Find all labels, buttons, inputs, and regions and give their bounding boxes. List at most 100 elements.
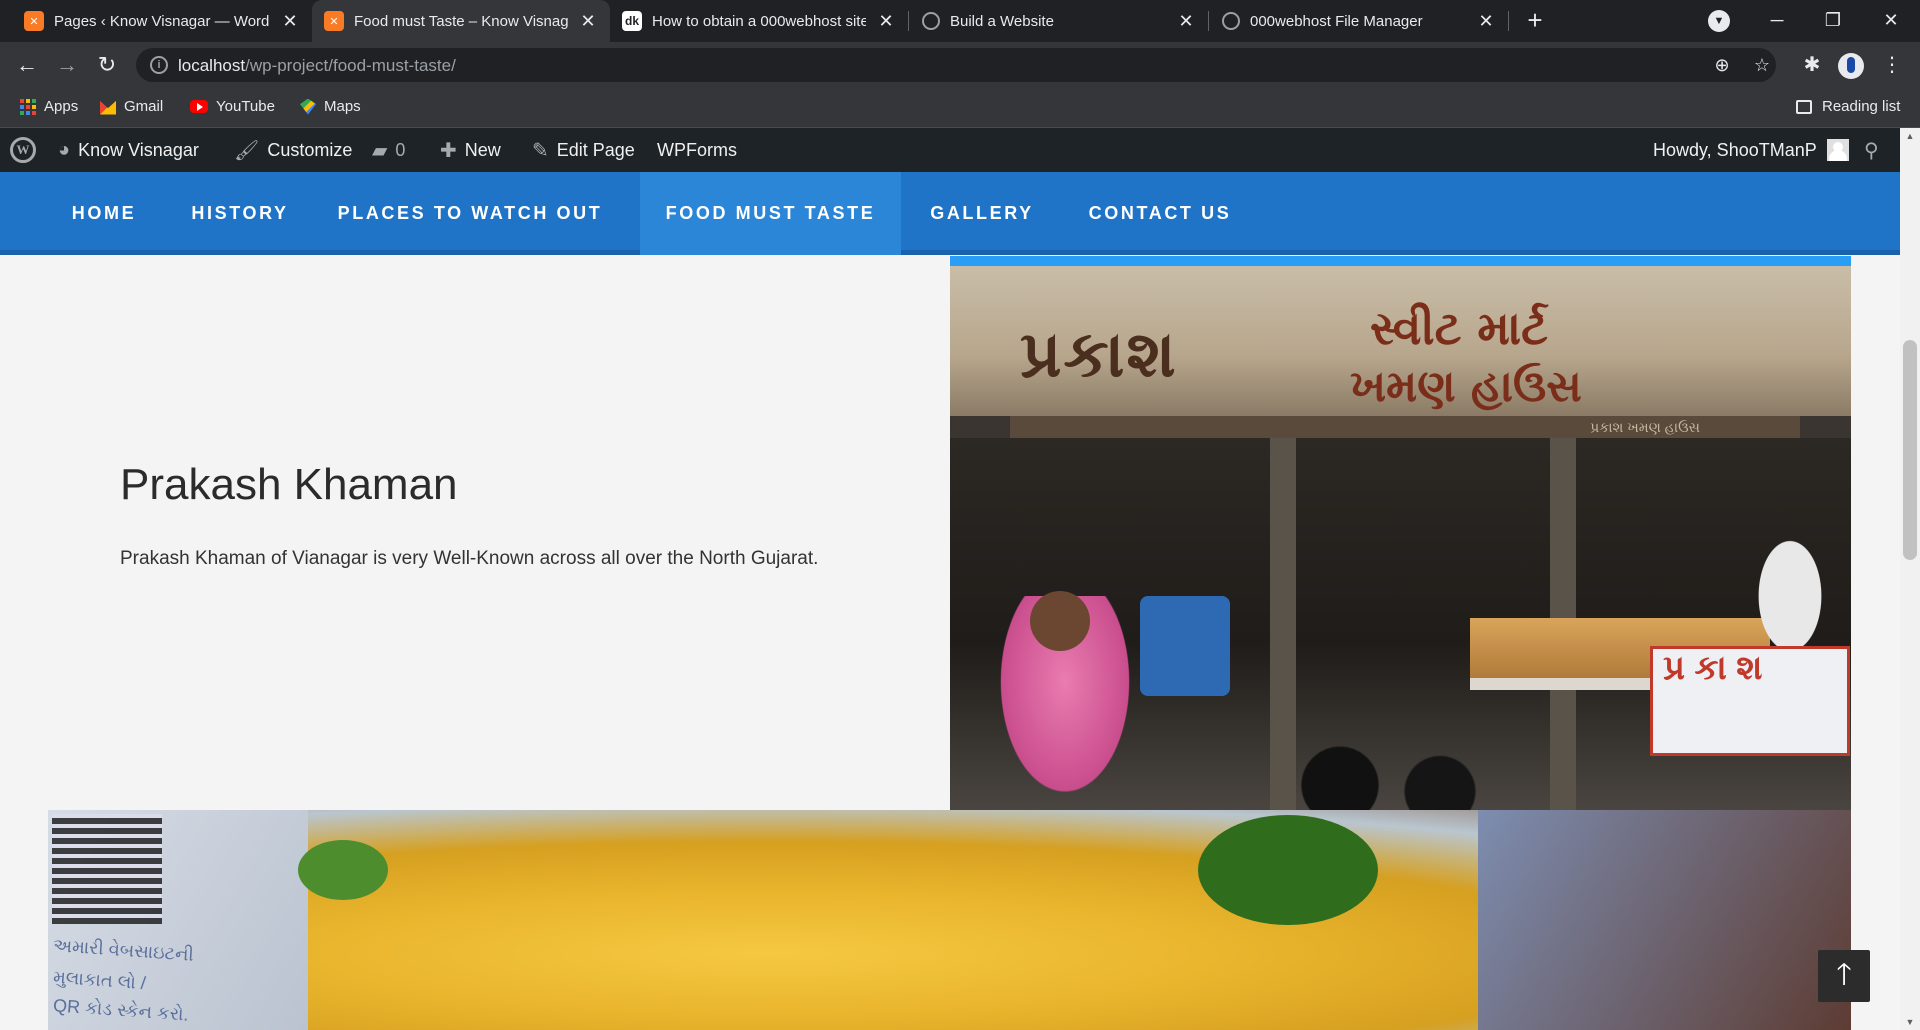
customize-link[interactable]: 🖌 Customize — [234, 128, 352, 172]
xampp-icon: ✕ — [24, 11, 44, 31]
tab-separator — [1508, 11, 1509, 31]
shop-sign-name: પ્રકાશ — [1020, 318, 1178, 392]
section-heading: Prakash Khaman — [120, 460, 458, 509]
close-tab-icon[interactable]: ✕ — [280, 11, 300, 32]
address-bar[interactable]: i localhost/wp-project/food-must-taste/ … — [136, 48, 1776, 82]
tab-title: Build a Website — [950, 12, 1054, 30]
scroll-down-arrow-icon[interactable]: ▼ — [1900, 1014, 1920, 1030]
admin-search-icon[interactable]: ⚲ — [1864, 128, 1879, 172]
globe-icon — [1222, 12, 1240, 30]
bookmark-gmail[interactable]: Gmail — [100, 98, 163, 115]
reload-icon[interactable]: ↻ — [92, 50, 122, 80]
browser-tab[interactable]: ✕ Pages ‹ Know Visnagar — WordPress ✕ — [12, 0, 312, 42]
section-paragraph: Prakash Khaman of Vianagar is very Well-… — [120, 548, 819, 569]
new-tab-button[interactable]: + — [1520, 6, 1550, 36]
tab-title: 000webhost File Manager — [1250, 12, 1423, 30]
bookmark-star-icon[interactable]: ☆ — [1750, 53, 1774, 77]
customize-label: Customize — [267, 139, 353, 160]
site-name-label: Know Visnagar — [78, 139, 199, 160]
bookmark-label: Apps — [44, 98, 79, 115]
nav-item-home[interactable]: HOME — [48, 172, 160, 255]
reading-list-icon — [1796, 99, 1812, 114]
user-avatar — [1826, 139, 1849, 161]
shop-sign-band: પ્રકાશ ખમણ હાઉસ — [1010, 416, 1800, 438]
page-content: Prakash Khaman Prakash Khaman of Vianaga… — [0, 256, 1900, 1030]
browser-tab-strip: ✕ Pages ‹ Know Visnagar — WordPress ✕ ✕ … — [0, 0, 1920, 42]
bookmark-label: Gmail — [124, 98, 164, 115]
paintbrush-icon: 🖌 — [234, 139, 260, 162]
comments-link[interactable]: ▰ 0 — [372, 128, 405, 172]
browser-tab[interactable]: Build a Website ✕ — [910, 0, 1208, 42]
youtube-icon — [190, 100, 208, 113]
nav-item-food-must-taste[interactable]: FOOD MUST TASTE — [640, 172, 901, 255]
restore-icon[interactable]: ❐ — [1808, 0, 1858, 42]
wpforms-label: WPForms — [657, 139, 737, 160]
bookmark-maps[interactable]: Maps — [300, 98, 361, 115]
tab-separator — [1208, 11, 1209, 31]
close-window-icon[interactable]: ✕ — [1866, 0, 1916, 42]
khaman-food-photo: અમારી વેબસાઇટની મુલાકાત લો / QR કોડ સ્કે… — [48, 810, 1851, 1030]
bookmark-label: Maps — [324, 98, 361, 115]
wordpress-logo-button[interactable]: W — [10, 128, 36, 172]
plus-icon: ✚ — [440, 139, 457, 162]
browser-tab[interactable]: 000webhost File Manager ✕ — [1210, 0, 1508, 42]
zoom-icon[interactable]: ⊕ — [1710, 53, 1734, 77]
nav-item-places-to-watch-out[interactable]: PLACES TO WATCH OUT — [320, 172, 620, 255]
gmail-icon — [100, 100, 116, 115]
bookmarks-bar: Apps Gmail YouTube Maps Reading list — [0, 88, 1920, 128]
close-tab-icon[interactable]: ✕ — [1176, 11, 1196, 32]
bookmark-apps[interactable]: Apps — [20, 98, 78, 115]
prakash-shop-photo: પ્રકાશ સ્વીટ માર્ટ ખમણ હાઉસ પ્રકાશ ખમણ હ… — [950, 256, 1851, 810]
bookmark-youtube[interactable]: YouTube — [190, 98, 275, 115]
howdy-label: Howdy, ShooTManP — [1653, 139, 1817, 160]
nav-item-gallery[interactable]: GALLERY — [918, 172, 1046, 255]
close-tab-icon[interactable]: ✕ — [1476, 11, 1496, 32]
apps-grid-icon — [20, 98, 36, 115]
tab-title: How to obtain a 000webhost site — [652, 12, 866, 30]
bookmark-label: YouTube — [216, 98, 275, 115]
comment-bubble-icon: ▰ — [372, 139, 388, 162]
nav-item-contact-us[interactable]: CONTACT US — [1078, 172, 1242, 255]
edit-page-link[interactable]: ✎ Edit Page — [532, 128, 635, 172]
browser-tab-active[interactable]: ✕ Food must Taste – Know Visnagar ✕ — [312, 0, 610, 42]
back-icon[interactable]: ← — [12, 50, 42, 80]
close-tab-icon[interactable]: ✕ — [876, 11, 896, 32]
reading-list-label: Reading list — [1822, 98, 1901, 115]
tab-title: Food must Taste – Know Visnagar — [354, 12, 568, 30]
url-text[interactable]: localhost/wp-project/food-must-taste/ — [178, 56, 456, 76]
tab-title: Pages ‹ Know Visnagar — WordPress — [54, 12, 270, 30]
site-name-link[interactable]: ◕ Know Visnagar — [58, 128, 199, 172]
browser-tab[interactable]: dk How to obtain a 000webhost site ✕ — [610, 0, 908, 42]
menu-kebab-icon[interactable]: ⋮ — [1880, 53, 1904, 77]
scrollbar-thumb[interactable] — [1903, 340, 1917, 560]
tab-separator — [908, 11, 909, 31]
wordpress-logo-icon: W — [10, 137, 36, 163]
account-menu[interactable]: Howdy, ShooTManP — [1653, 128, 1849, 172]
shop-sign-subtitle: સ્વીટ માર્ટ — [1370, 301, 1548, 355]
extensions-icon[interactable]: ✱ — [1800, 53, 1824, 77]
wp-admin-bar: W ◕ Know Visnagar 🖌 Customize ▰ 0 ✚ New … — [0, 128, 1900, 172]
page-viewport: W ◕ Know Visnagar 🖌 Customize ▰ 0 ✚ New … — [0, 128, 1920, 1030]
comments-count: 0 — [395, 139, 406, 160]
qr-code — [52, 814, 162, 924]
edit-page-label: Edit Page — [556, 139, 635, 160]
xampp-icon: ✕ — [324, 11, 344, 31]
page-scrollbar[interactable]: ▲ ▼ — [1900, 128, 1920, 1030]
forward-icon[interactable]: → — [52, 50, 82, 80]
shop-sign-subtitle: ખમણ હાઉસ — [1350, 361, 1582, 412]
minimize-icon[interactable]: ─ — [1752, 0, 1802, 42]
dk-icon: dk — [622, 11, 642, 31]
profile-avatar-icon[interactable] — [1838, 53, 1864, 79]
tab-search-icon[interactable]: ▼ — [1708, 10, 1730, 32]
main-navigation: HOME HISTORY PLACES TO WATCH OUT FOOD MU… — [0, 172, 1900, 255]
new-content-link[interactable]: ✚ New — [440, 128, 501, 172]
reading-list-button[interactable]: Reading list — [1796, 98, 1900, 115]
nav-item-history[interactable]: HISTORY — [168, 172, 312, 255]
close-tab-icon[interactable]: ✕ — [578, 11, 598, 32]
globe-icon — [922, 12, 940, 30]
wpforms-link[interactable]: WPForms — [657, 128, 737, 172]
site-info-icon[interactable]: i — [150, 56, 168, 74]
scroll-to-top-button[interactable]: 🡑 — [1818, 950, 1870, 1002]
scroll-up-arrow-icon[interactable]: ▲ — [1900, 128, 1920, 144]
browser-toolbar: ← → ↻ i localhost/wp-project/food-must-t… — [0, 42, 1920, 88]
